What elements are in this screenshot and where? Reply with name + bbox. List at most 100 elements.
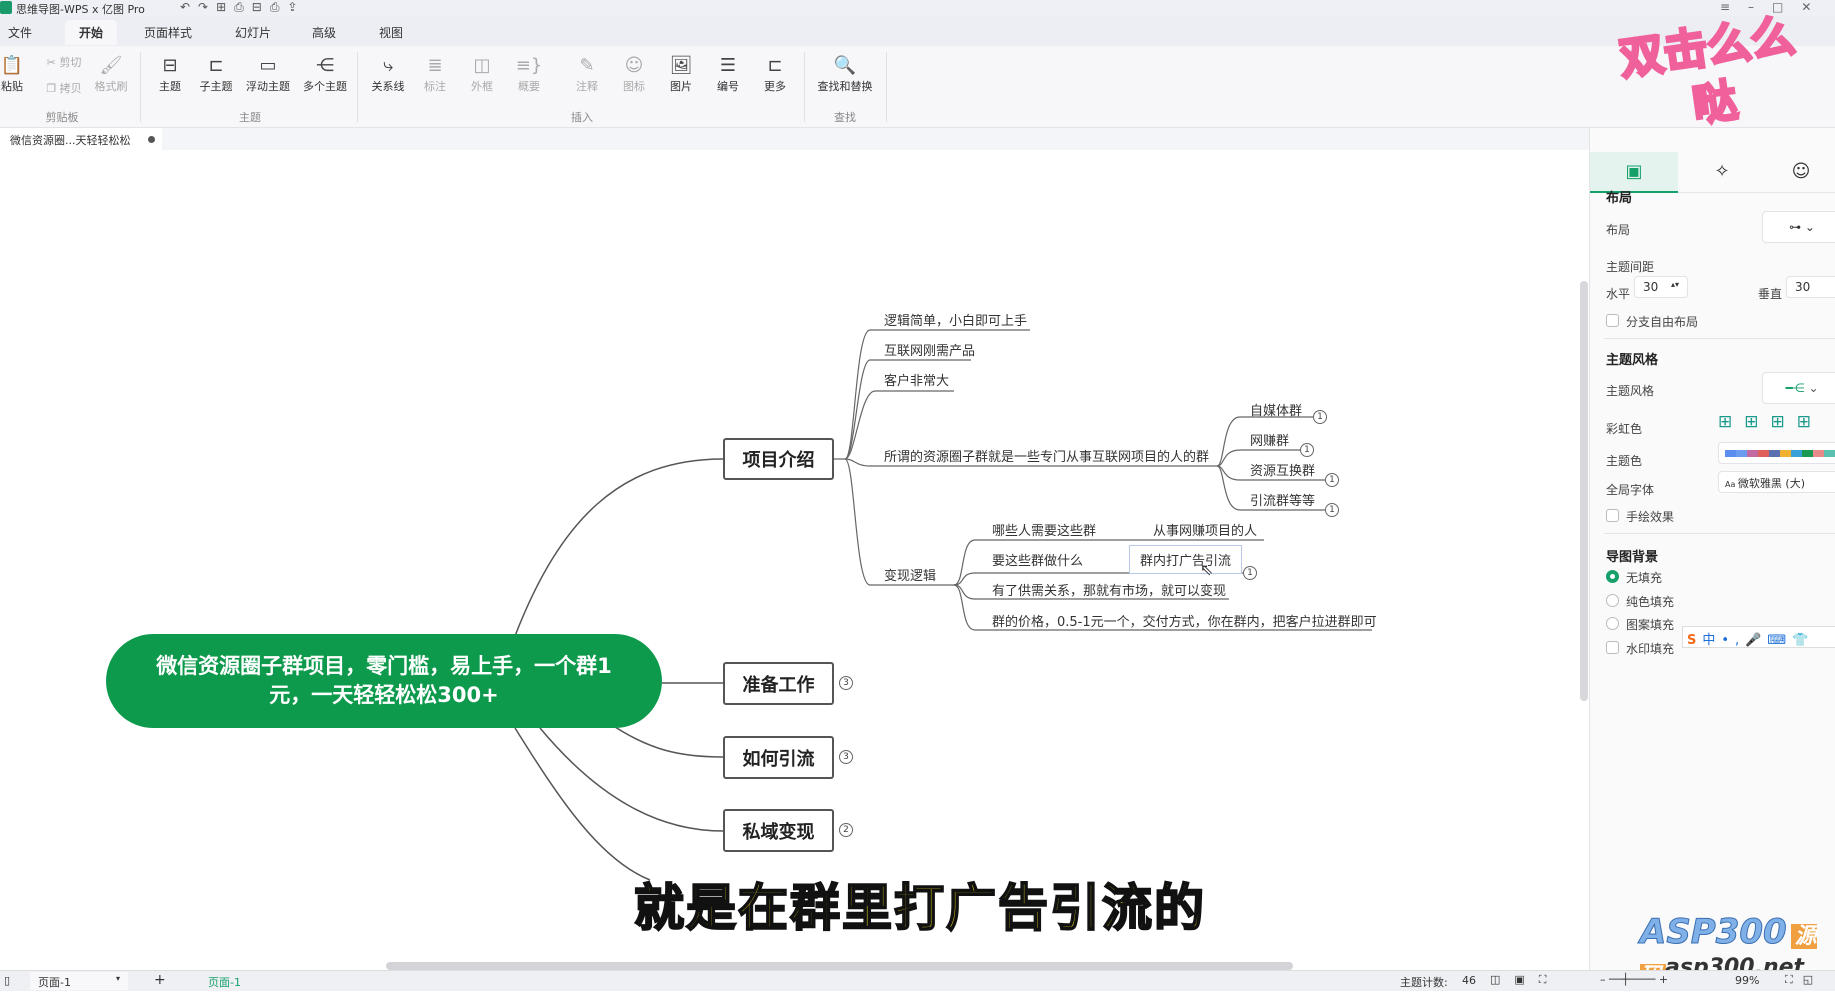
font-dropdown[interactable]: Aa 微软雅黑 (大) — [1718, 471, 1835, 493]
unsaved-dot-icon — [148, 136, 155, 143]
horizontal-label: 水平 — [1606, 287, 1631, 301]
horizontal-spacing-input[interactable]: 30 ▴▾ — [1634, 276, 1688, 298]
font-icon: Aa — [1725, 480, 1738, 489]
tab-page-style[interactable]: 页面样式 — [134, 22, 202, 43]
more-button[interactable]: ⊏ 更多 — [764, 54, 786, 94]
find-replace-button[interactable]: 🔍 查找和替换 — [818, 54, 873, 94]
sogou-logo-icon: S — [1687, 633, 1703, 648]
spinner-icon[interactable]: ▴▾ — [1671, 280, 1679, 289]
topic-traffic[interactable]: 如何引流 — [723, 736, 834, 779]
topic-preparation[interactable]: 准备工作 — [723, 662, 834, 705]
subtopic[interactable]: 哪些人需要这些群 — [992, 520, 1096, 539]
view-icons[interactable]: ◫▣⛶ — [1490, 973, 1561, 987]
collapsed-count-badge[interactable]: 2 — [839, 823, 853, 837]
collapsed-count-badge[interactable]: 1 — [1313, 410, 1327, 424]
subtopic[interactable]: 逻辑简单，小白即可上手 — [884, 310, 1027, 329]
zoom-level[interactable]: 99% — [1735, 974, 1759, 987]
subtopic[interactable]: 变现逻辑 — [884, 565, 936, 584]
watermark-text: ASP300 — [1640, 912, 1788, 953]
subtopic[interactable]: 群的价格，0.5-1元一个，交付方式，你在群内，把客户拉进群即可 — [992, 611, 1377, 630]
theme-color-dropdown[interactable] — [1718, 442, 1835, 464]
no-fill-radio[interactable] — [1606, 570, 1619, 583]
icon-label: 图标 — [623, 80, 645, 93]
mindmap-canvas[interactable]: 微信资源圈子群项目，零门槛，易上手，一个群1元，一天轻轻松松300+ 项目介绍 … — [0, 150, 1589, 970]
cut-button[interactable]: ✂ 剪切 — [47, 54, 82, 70]
collapsed-count-badge[interactable]: 1 — [1300, 443, 1314, 457]
page-panel-icon[interactable]: ▯ — [4, 974, 10, 987]
multi-topic-label: 多个主题 — [303, 80, 347, 93]
tab-ai-sparkle-icon[interactable]: ✧ — [1678, 152, 1766, 193]
ime-toolbar[interactable]: S中•,🎤⌨👕 — [1682, 626, 1835, 648]
tab-advanced[interactable]: 高级 — [302, 22, 346, 43]
horizontal-scrollbar[interactable] — [386, 962, 1293, 970]
relation-line-icon: ⤷ — [382, 55, 394, 76]
page-tab[interactable]: 页面-1 — [208, 974, 241, 990]
subtopic[interactable]: 要这些群做什么 — [992, 550, 1083, 569]
quick-access-toolbar[interactable]: ↶↷⊞⎙⊟⎙⇪ — [180, 0, 305, 15]
font-label: 全局字体 — [1606, 483, 1655, 497]
image-button[interactable]: 🖼 图片 — [670, 54, 693, 94]
tab-start[interactable]: 开始 — [64, 20, 118, 45]
summary-button[interactable]: ≡} 概要 — [516, 54, 543, 94]
collapsed-count-badge[interactable]: 3 — [839, 750, 853, 764]
color-swatch — [1813, 450, 1824, 457]
numbering-button[interactable]: ☰ 编号 — [717, 54, 739, 94]
font-value: 微软雅黑 (大) — [1737, 477, 1806, 490]
subtopic-button[interactable]: ⊏ 子主题 — [200, 54, 233, 94]
collapsed-count-badge[interactable]: 1 — [1243, 566, 1257, 580]
floating-topic-label: 浮动主题 — [246, 80, 290, 93]
tab-icon-smiley-icon[interactable]: ☺ — [1766, 152, 1835, 193]
app-title: 思维导图-WPS x 亿图 Pro — [16, 3, 145, 16]
callout-button[interactable]: ≣ 标注 — [424, 54, 446, 94]
multi-topic-button[interactable]: ⋲ 多个主题 — [303, 54, 347, 94]
paste-button[interactable]: 📋 粘贴 — [1, 54, 23, 94]
vertical-spacing-input[interactable]: 30 — [1786, 276, 1835, 298]
collapsed-count-badge[interactable]: 3 — [839, 676, 853, 690]
layout-dropdown[interactable]: ⊶ ⌄ — [1762, 211, 1835, 243]
central-topic[interactable]: 微信资源圈子群项目，零门槛，易上手，一个群1元，一天轻轻松松300+ — [106, 634, 662, 728]
free-layout-checkbox[interactable] — [1606, 314, 1619, 327]
solid-fill-radio[interactable] — [1606, 594, 1619, 607]
copy-button[interactable]: ❐ 拷贝 — [46, 80, 81, 96]
vertical-scrollbar[interactable] — [1580, 281, 1588, 701]
note-button[interactable]: ✎ 注释 — [576, 54, 598, 94]
page-select[interactable]: 页面-1 ▾ — [30, 972, 128, 990]
document-tab[interactable]: 微信资源圈...天轻轻松松 — [0, 128, 162, 150]
rainbow-color-options[interactable]: ⊞⊞⊞⊞ — [1718, 412, 1823, 432]
floating-topic-button[interactable]: ▭ 浮动主题 — [246, 54, 290, 94]
tab-file[interactable]: 文件 — [0, 22, 42, 43]
subtopic[interactable]: 资源互换群 — [1250, 460, 1315, 479]
subtopic[interactable]: 自媒体群 — [1250, 400, 1302, 419]
boundary-button[interactable]: ◫ 外框 — [471, 54, 493, 94]
hand-drawn-checkbox[interactable] — [1606, 509, 1619, 522]
topic-project-intro[interactable]: 项目介绍 — [723, 438, 834, 480]
status-bar: ▯ 页面-1 ▾ + 页面-1 主题计数: 46 ◫▣⛶ – ──┼──── + … — [0, 970, 1835, 991]
watermark-fill-checkbox[interactable] — [1606, 641, 1619, 654]
add-page-icon[interactable]: + — [154, 972, 166, 988]
pattern-fill-radio[interactable] — [1606, 617, 1619, 630]
subtopic[interactable]: 网赚群 — [1250, 430, 1289, 449]
selected-subtopic[interactable]: 群内打广告引流 — [1129, 545, 1243, 574]
subtopic[interactable]: 有了供需关系，那就有市场，就可以变现 — [992, 580, 1226, 599]
icon-button[interactable]: ☺ 图标 — [623, 54, 645, 94]
topic-private-monetize[interactable]: 私域变现 — [723, 809, 834, 852]
relation-button[interactable]: ⤷ 关系线 — [372, 54, 405, 94]
subtopic[interactable]: 引流群等等 — [1250, 490, 1315, 509]
divider — [1604, 533, 1835, 534]
subtopic[interactable]: 从事网赚项目的人 — [1153, 520, 1257, 539]
tab-view[interactable]: 视图 — [369, 22, 413, 43]
video-subtitle: 就是在群里打广告引流的 — [633, 878, 1206, 938]
style-dropdown[interactable]: ━⋲ ⌄ — [1762, 372, 1835, 404]
collapsed-count-badge[interactable]: 1 — [1325, 473, 1339, 487]
tab-slides[interactable]: 幻灯片 — [225, 22, 281, 43]
subtopic[interactable]: 客户非常大 — [884, 370, 949, 389]
subtopic[interactable]: 互联网刚需产品 — [884, 340, 975, 359]
fit-fullscreen-icons[interactable]: ⛶◱ — [1785, 973, 1823, 987]
topic-button[interactable]: ⊟ 主题 — [159, 54, 181, 94]
subtopic[interactable]: 所谓的资源圈子群就是一些专门从事互联网项目的人的群 — [884, 446, 1209, 465]
collapsed-count-badge[interactable]: 1 — [1325, 503, 1339, 517]
zoom-slider[interactable]: – ──┼──── + — [1600, 973, 1668, 986]
format-painter-button[interactable]: 🖌 格式刷 — [95, 54, 128, 94]
format-painter-label: 格式刷 — [94, 80, 128, 93]
layout-heading: 布局 — [1606, 191, 1633, 206]
